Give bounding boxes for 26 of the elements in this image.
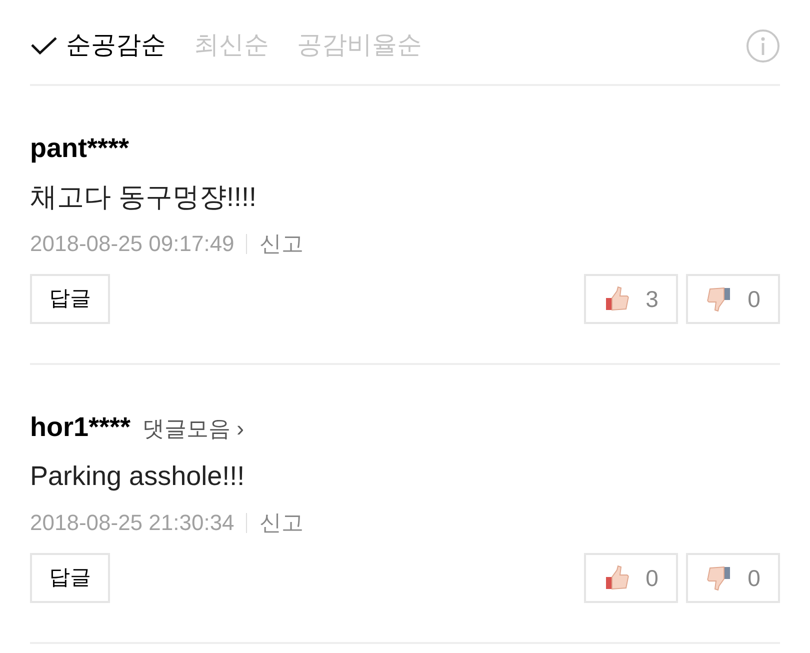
username: pant**** <box>30 132 130 165</box>
report-link[interactable]: 신고 <box>259 227 304 260</box>
thumbs-up-icon <box>604 286 630 312</box>
comment-text: 채고다 동구멍쟝!!!! <box>30 180 258 214</box>
dislike-button[interactable]: 0 <box>686 553 780 603</box>
reply-button[interactable]: 답글 <box>30 274 110 324</box>
thumbs-down-icon <box>706 565 732 591</box>
info-icon[interactable] <box>746 29 780 63</box>
sort-tab[interactable]: 순공감순 <box>30 27 166 65</box>
thumbs-down-icon <box>706 286 732 312</box>
comment-collection-link[interactable]: 댓글모음 › <box>142 412 244 445</box>
like-count: 0 <box>646 564 658 593</box>
thumbs-up-icon <box>604 565 630 591</box>
dislike-count: 0 <box>748 284 760 314</box>
comment-text: Parking asshole!!! <box>30 460 246 493</box>
report-link[interactable]: 신고 <box>259 506 304 539</box>
like-button[interactable]: 3 <box>584 274 678 324</box>
username: hor1**** <box>30 411 131 444</box>
comment-date: 2018-08-25 21:30:34 <box>30 509 234 537</box>
check-icon <box>30 36 58 56</box>
dislike-button[interactable]: 0 <box>686 274 780 324</box>
like-count: 3 <box>646 284 658 314</box>
comment-date: 2018-08-25 09:17:49 <box>30 230 234 258</box>
dislike-count: 0 <box>748 564 760 593</box>
reply-button[interactable]: 답글 <box>30 553 110 603</box>
like-button[interactable]: 0 <box>584 553 678 603</box>
